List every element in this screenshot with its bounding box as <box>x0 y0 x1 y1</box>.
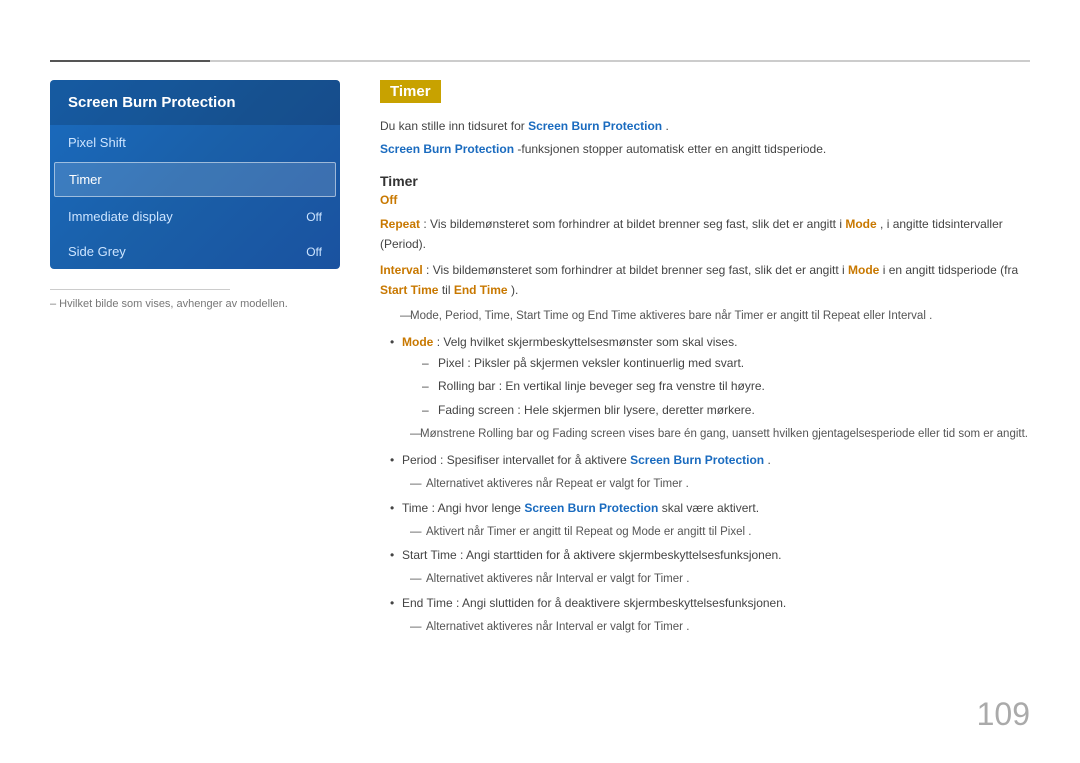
status-badge: Off <box>380 193 1030 207</box>
sub-bullet-pixel: Pixel : Piksler på skjermen veksler kont… <box>422 354 1030 373</box>
timer-heading: Timer <box>380 173 1030 189</box>
menu-box: Screen Burn Protection Pixel Shift Timer… <box>50 80 340 269</box>
sidebar-item-value: Off <box>306 210 322 224</box>
intro-text-rest: -funksjonen stopper automatisk etter en … <box>517 142 826 156</box>
repeat-line: Repeat : Vis bildemønsteret som forhindr… <box>380 215 1030 255</box>
sidebar-item-timer[interactable]: Timer <box>54 162 336 197</box>
intro-text-plain: Du kan stille inn tidsuret for <box>380 119 528 133</box>
page-number: 109 <box>977 696 1030 733</box>
intro-line-1: Du kan stille inn tidsuret for Screen Bu… <box>380 117 1030 136</box>
sidebar-item-label: Pixel Shift <box>68 135 126 150</box>
end-note: Alternativet aktiveres når Interval er v… <box>410 618 1030 636</box>
sidebar-item-pixel-shift[interactable]: Pixel Shift <box>50 125 340 160</box>
sub-bullet-rolling: Rolling bar : En vertikal linje beveger … <box>422 377 1030 396</box>
time-bullet: Time : Angi hvor lenge Screen Burn Prote… <box>390 499 1030 518</box>
sub-bullet-fading: Fading screen : Hele skjermen blir lyser… <box>422 401 1030 420</box>
right-panel: Timer Du kan stille inn tidsuret for Scr… <box>380 80 1030 641</box>
mode-bullets: Mode : Velg hvilket skjermbeskyttelsesmø… <box>380 333 1030 420</box>
intro-text-end: . <box>665 119 668 133</box>
start-note: Alternativet aktiveres når Interval er v… <box>410 570 1030 588</box>
mode-note: Mode, Period, Time, Start Time og End Ti… <box>400 307 1030 325</box>
left-panel: Screen Burn Protection Pixel Shift Timer… <box>50 80 340 310</box>
start-time-bullet: Start Time : Angi starttiden for å aktiv… <box>390 546 1030 565</box>
rolling-note: Mønstrene Rolling bar og Fading screen v… <box>410 425 1030 443</box>
mode-label-1: Mode <box>845 217 876 231</box>
sidebar-item-label: Timer <box>69 172 102 187</box>
interval-line: Interval : Vis bildemønsteret som forhin… <box>380 261 1030 301</box>
end-time-label: End Time <box>454 283 508 297</box>
end-time-bullet: End Time : Angi sluttiden for å deaktive… <box>390 594 1030 613</box>
mode-label-2: Mode <box>848 263 879 277</box>
top-bar-accent <box>50 60 210 62</box>
end-time-bullet-list: End Time : Angi sluttiden for å deaktive… <box>380 594 1030 613</box>
time-note: Aktivert når Timer er angitt til Repeat … <box>410 523 1030 541</box>
mode-bullet: Mode : Velg hvilket skjermbeskyttelsesmø… <box>390 333 1030 420</box>
period-bullet-list: Period : Spesifiser intervallet for å ak… <box>380 451 1030 470</box>
period-note: Alternativet aktiveres når Repeat er val… <box>410 475 1030 493</box>
start-time-bullet-list: Start Time : Angi starttiden for å aktiv… <box>380 546 1030 565</box>
intro-link-sbp: Screen Burn Protection <box>528 119 662 133</box>
sidebar-item-value: Off <box>306 245 322 259</box>
top-bar <box>50 60 1030 62</box>
start-time-label: Start Time <box>380 283 438 297</box>
intro-line-2: Screen Burn Protection -funksjonen stopp… <box>380 140 1030 159</box>
footnote-text: – Hvilket bilde som vises, avhenger av m… <box>50 298 340 310</box>
repeat-label: Repeat <box>380 217 420 231</box>
footnote-divider <box>50 289 230 290</box>
time-bullet-list: Time : Angi hvor lenge Screen Burn Prote… <box>380 499 1030 518</box>
section-title: Timer <box>380 80 441 103</box>
sidebar-item-label: Side Grey <box>68 244 126 259</box>
sidebar-item-label: Immediate display <box>68 209 173 224</box>
intro-link-sbp2: Screen Burn Protection <box>380 142 514 156</box>
sidebar-item-immediate-display[interactable]: Immediate display Off <box>50 199 340 234</box>
sub-bullets: Pixel : Piksler på skjermen veksler kont… <box>402 354 1030 420</box>
period-bullet: Period : Spesifiser intervallet for å ak… <box>390 451 1030 470</box>
interval-label: Interval <box>380 263 423 277</box>
menu-title: Screen Burn Protection <box>50 80 340 125</box>
sidebar-item-side-grey[interactable]: Side Grey Off <box>50 234 340 269</box>
